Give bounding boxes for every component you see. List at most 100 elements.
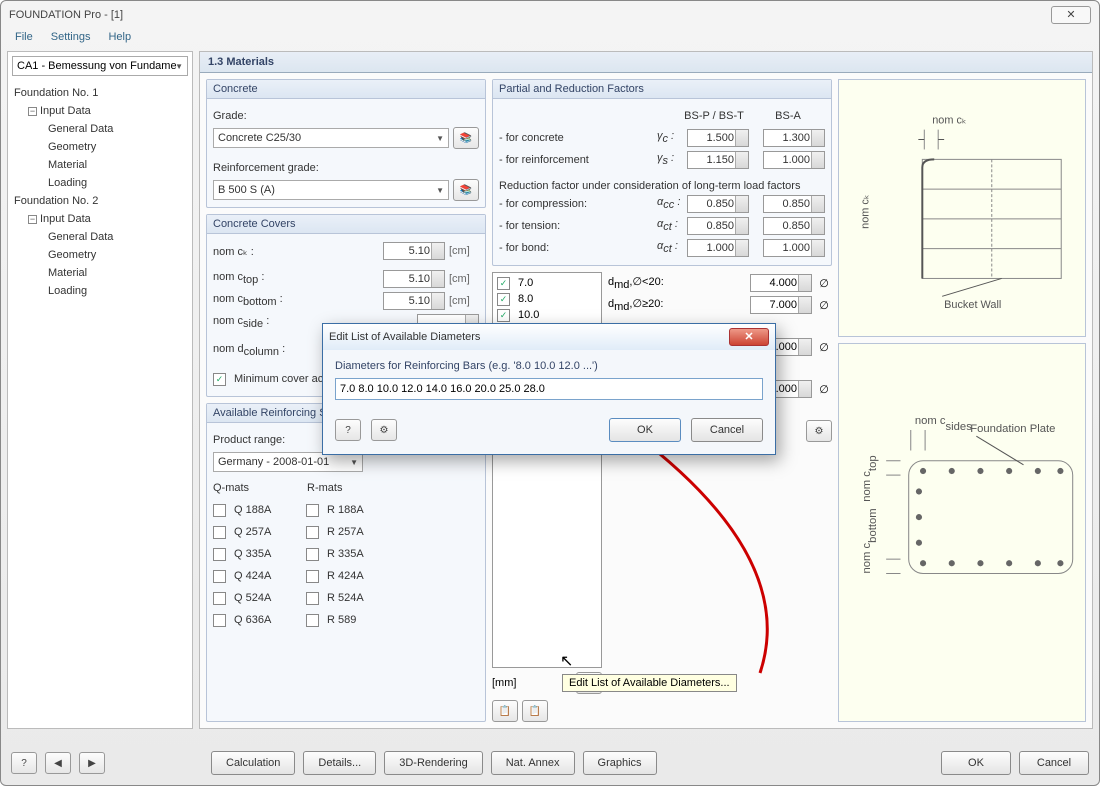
case-combo[interactable]: CA1 - Bemessung von Fundame <box>12 56 188 76</box>
dialog-settings-button[interactable]: ⚙ <box>371 419 397 441</box>
ctop-label: nom ctop : <box>213 271 379 286</box>
page-title: 1.3 Materials <box>200 52 1092 73</box>
settings-button[interactable]: ⚙ <box>806 420 832 442</box>
dia-check[interactable]: ✓ <box>497 293 510 306</box>
nav-pane: CA1 - Bemessung von Fundame Foundation N… <box>7 51 193 729</box>
help-button[interactable]: ? <box>11 752 37 774</box>
menu-help[interactable]: Help <box>100 29 139 51</box>
tree-input-2[interactable]: −Input Data <box>14 210 186 228</box>
dialog-close-button[interactable]: ✕ <box>729 328 769 346</box>
svg-text:nom csides: nom csides <box>915 415 972 433</box>
tree-loading-2[interactable]: Loading <box>14 282 186 300</box>
cbot-input[interactable]: 5.10▲▼ <box>383 292 445 310</box>
qmat-label: Q 335A <box>234 548 302 560</box>
range-combo[interactable]: Germany - 2008-01-01 <box>213 452 363 472</box>
grade-library-button[interactable]: 📚 <box>453 127 479 149</box>
svg-text:nom cbottom: nom cbottom <box>861 508 879 573</box>
dialog-cancel-button[interactable]: Cancel <box>691 418 763 442</box>
fc-a-input[interactable]: 1.300▲▼ <box>763 129 825 147</box>
next-button[interactable]: ▶ <box>79 752 105 774</box>
qmat-check[interactable] <box>213 570 226 583</box>
nat-annex-button[interactable]: Nat. Annex <box>491 751 575 775</box>
d20g-input[interactable]: 7.000▲▼ <box>750 296 812 314</box>
tree-material-1[interactable]: Material <box>14 156 186 174</box>
ten-p-input[interactable]: 0.850▲▼ <box>687 217 749 235</box>
tree-input-1[interactable]: −Input Data <box>14 102 186 120</box>
dia-value: 10.0 <box>518 309 539 321</box>
min-cover-checkbox[interactable]: ✓ <box>213 373 226 386</box>
act2-symbol: αct : <box>657 240 683 255</box>
fc-label: - for concrete <box>499 132 653 144</box>
copy-button[interactable]: 📋 <box>492 700 518 722</box>
rmat-check[interactable] <box>306 570 319 583</box>
ctop-input[interactable]: 5.10▲▼ <box>383 270 445 288</box>
reinf-combo[interactable]: B 500 S (A) <box>213 180 449 200</box>
svg-text:Foundation Plate: Foundation Plate <box>970 423 1055 435</box>
qmat-check[interactable] <box>213 592 226 605</box>
app-window: FOUNDATION Pro - [1] ✕ File Settings Hel… <box>0 0 1100 786</box>
dialog-help-button[interactable]: ? <box>335 419 361 441</box>
fr-p-input[interactable]: 1.150▲▼ <box>687 151 749 169</box>
col-bsa: BS-A <box>751 110 825 122</box>
rmat-label: R 257A <box>327 526 364 538</box>
factors-group: Partial and Reduction Factors BS-P / BS-… <box>492 79 832 266</box>
tree-foundation-1[interactable]: Foundation No. 1 <box>14 84 186 102</box>
rmat-label: R 589 <box>327 614 356 626</box>
diameters-input[interactable] <box>335 378 763 400</box>
menu-file[interactable]: File <box>7 29 41 51</box>
oslash-icon: ∅ <box>816 383 832 396</box>
acc-symbol: αcc : <box>657 196 683 211</box>
grade-combo[interactable]: Concrete C25/30 <box>213 128 449 148</box>
qmat-check[interactable] <box>213 614 226 627</box>
window-close-button[interactable]: ✕ <box>1051 6 1091 24</box>
tree-material-2[interactable]: Material <box>14 264 186 282</box>
graphics-button[interactable]: Graphics <box>583 751 657 775</box>
rmat-check[interactable] <box>306 548 319 561</box>
fr-a-input[interactable]: 1.000▲▼ <box>763 151 825 169</box>
rmat-check[interactable] <box>306 504 319 517</box>
ck-label: nom cₖ : <box>213 245 379 258</box>
reinf-library-button[interactable]: 📚 <box>453 179 479 201</box>
menu-settings[interactable]: Settings <box>43 29 99 51</box>
qmat-label: Q 524A <box>234 592 302 604</box>
qmat-check[interactable] <box>213 504 226 517</box>
dia-value: 7.0 <box>518 277 533 289</box>
bnd-a-input[interactable]: 1.000▲▼ <box>763 239 825 257</box>
rmat-check[interactable] <box>306 526 319 539</box>
d20-input[interactable]: 4.000▲▼ <box>750 274 812 292</box>
ten-a-input[interactable]: 0.850▲▼ <box>763 217 825 235</box>
paste-button[interactable]: 📋 <box>522 700 548 722</box>
rmat-label: R 335A <box>327 548 364 560</box>
rmat-check[interactable] <box>306 614 319 627</box>
ck-input[interactable]: 5.10▲▼ <box>383 242 445 260</box>
rmat-check[interactable] <box>306 592 319 605</box>
tree-general-1[interactable]: General Data <box>14 120 186 138</box>
fc-p-input[interactable]: 1.500▲▼ <box>687 129 749 147</box>
calculation-button[interactable]: Calculation <box>211 751 295 775</box>
nav-tree[interactable]: Foundation No. 1 −Input Data General Dat… <box>8 80 192 728</box>
tree-loading-1[interactable]: Loading <box>14 174 186 192</box>
tree-geometry-2[interactable]: Geometry <box>14 246 186 264</box>
bnd-p-input[interactable]: 1.000▲▼ <box>687 239 749 257</box>
cancel-button[interactable]: Cancel <box>1019 751 1089 775</box>
nck-label: nom cₖ <box>932 115 966 127</box>
cmp-p-input[interactable]: 0.850▲▼ <box>687 195 749 213</box>
tooltip: Edit List of Available Diameters... <box>562 674 737 692</box>
tree-foundation-2[interactable]: Foundation No. 2 <box>14 192 186 210</box>
titlebar: FOUNDATION Pro - [1] ✕ <box>1 1 1099 29</box>
details-button[interactable]: Details... <box>303 751 376 775</box>
tree-general-2[interactable]: General Data <box>14 228 186 246</box>
dia-check[interactable]: ✓ <box>497 309 510 322</box>
gc-symbol: γc : <box>657 130 683 145</box>
dia-check[interactable]: ✓ <box>497 277 510 290</box>
cmp-a-input[interactable]: 0.850▲▼ <box>763 195 825 213</box>
ok-button[interactable]: OK <box>941 751 1011 775</box>
tree-geometry-1[interactable]: Geometry <box>14 138 186 156</box>
dialog-ok-button[interactable]: OK <box>609 418 681 442</box>
qmat-check[interactable] <box>213 548 226 561</box>
prev-button[interactable]: ◀ <box>45 752 71 774</box>
qmat-check[interactable] <box>213 526 226 539</box>
dia-unit: [mm] <box>492 677 572 689</box>
rendering-button[interactable]: 3D-Rendering <box>384 751 482 775</box>
edit-diameters-dialog: Edit List of Available Diameters ✕ Diame… <box>322 323 776 455</box>
